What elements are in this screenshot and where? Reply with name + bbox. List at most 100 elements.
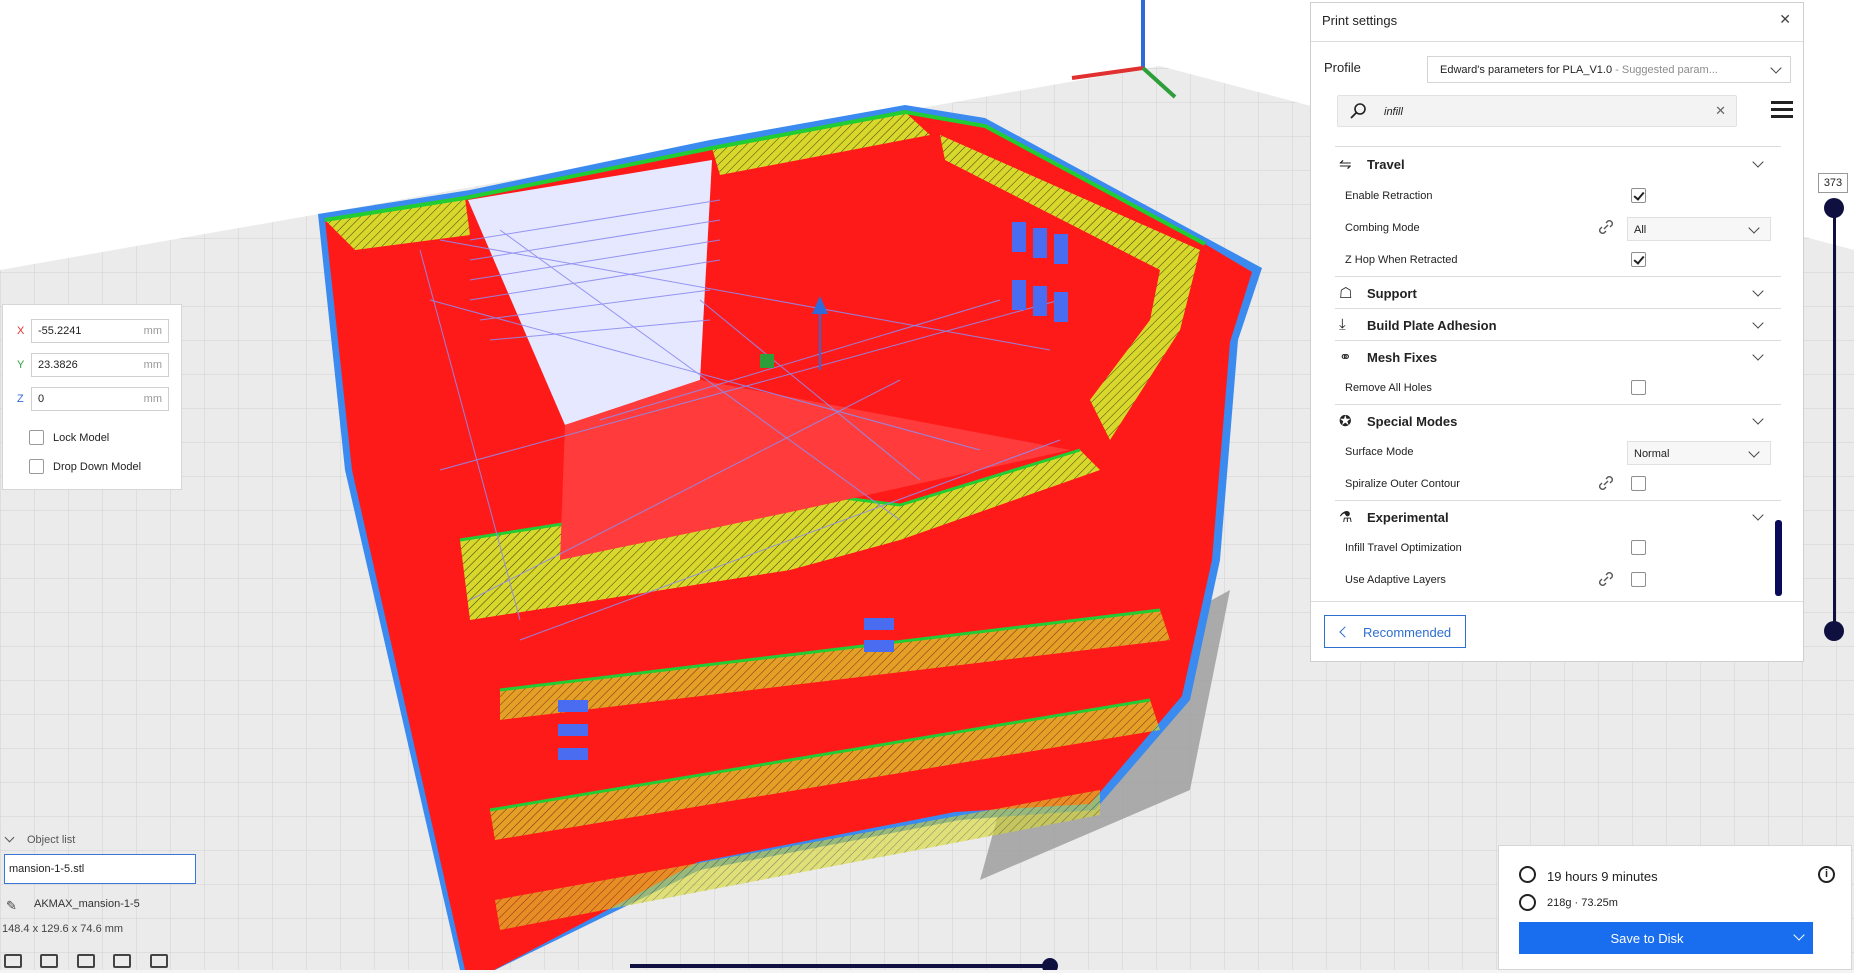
clear-search-icon[interactable]: ✕ xyxy=(1715,103,1726,119)
info-icon[interactable]: i xyxy=(1818,866,1835,883)
category-adhesion-label: Build Plate Adhesion xyxy=(1367,318,1497,333)
save-to-disk-button[interactable]: Save to Disk xyxy=(1519,922,1813,954)
setting-label: Combing Mode xyxy=(1345,222,1420,234)
x-axis-label: X xyxy=(17,325,25,337)
link-icon[interactable] xyxy=(1597,218,1615,236)
drop-down-model-checkbox[interactable] xyxy=(29,459,44,474)
chevron-down-icon xyxy=(1752,156,1764,168)
layer-slider-lower-handle[interactable] xyxy=(1824,621,1844,641)
setting-use-adaptive-layers: Use Adaptive Layers xyxy=(1335,567,1775,594)
z-coordinate-input[interactable]: 0 mm xyxy=(31,387,169,411)
view-orientation-buttons xyxy=(4,954,182,973)
link-icon[interactable] xyxy=(1597,474,1615,492)
y-axis-label: Y xyxy=(17,359,25,371)
chevron-down-icon xyxy=(4,832,15,843)
chevron-down-icon xyxy=(1752,413,1764,425)
chevron-down-icon[interactable] xyxy=(1793,929,1805,941)
spiralize-checkbox[interactable] xyxy=(1631,476,1646,491)
print-settings-panel: Print settings ✕ Profile Edward's parame… xyxy=(1310,2,1804,662)
link-icon[interactable] xyxy=(1597,570,1615,588)
adhesion-icon: ⤓ xyxy=(1339,316,1346,333)
z-hop-checkbox[interactable] xyxy=(1631,252,1646,267)
pencil-icon[interactable]: ✎ xyxy=(6,898,17,914)
y-coordinate-row: Y 23.3826 mm xyxy=(15,353,171,379)
setting-label: Use Adaptive Layers xyxy=(1345,574,1446,586)
layer-number-field[interactable]: 373 xyxy=(1818,173,1848,193)
z-coordinate-row: Z 0 mm xyxy=(15,387,171,413)
category-travel[interactable]: ⇋ Travel xyxy=(1335,150,1775,178)
object-list-toggle[interactable]: Object list xyxy=(4,832,75,846)
lock-model-checkbox[interactable] xyxy=(29,430,44,445)
remove-all-holes-checkbox[interactable] xyxy=(1631,380,1646,395)
object-list-file-field[interactable]: mansion-1-5.stl xyxy=(4,854,196,884)
print-settings-title: Print settings xyxy=(1322,13,1398,28)
special-modes-icon: ✪ xyxy=(1339,413,1352,430)
move-tool-panel: X -55.2241 mm Y 23.3826 mm Z 0 mm Lock M… xyxy=(2,304,182,490)
category-special-modes-label: Special Modes xyxy=(1367,414,1458,429)
view-right-icon[interactable] xyxy=(149,954,168,968)
chevron-down-icon xyxy=(1748,446,1760,458)
view-3d-icon[interactable] xyxy=(4,954,22,968)
surface-mode-value: Normal xyxy=(1634,448,1670,460)
use-adaptive-layers-checkbox[interactable] xyxy=(1631,572,1646,587)
chevron-down-icon xyxy=(1748,222,1760,234)
category-support[interactable]: ☖ Support xyxy=(1335,279,1775,307)
settings-menu-icon[interactable] xyxy=(1771,101,1793,119)
combing-mode-dropdown[interactable]: All xyxy=(1627,217,1771,241)
setting-label: Spiralize Outer Contour xyxy=(1345,478,1460,490)
settings-search-input[interactable]: infill ✕ xyxy=(1337,95,1737,127)
setting-label: Z Hop When Retracted xyxy=(1345,254,1458,266)
object-name: AKMAX_mansion-1-5 xyxy=(34,898,140,910)
settings-scrollbar[interactable] xyxy=(1775,520,1782,596)
setting-surface-mode: Surface Mode Normal xyxy=(1335,439,1775,466)
divider xyxy=(1335,340,1781,341)
setting-label: Remove All Holes xyxy=(1345,382,1432,394)
profile-name: Edward's parameters for PLA_V1.0 xyxy=(1440,64,1613,76)
category-mesh-fixes-label: Mesh Fixes xyxy=(1367,350,1438,365)
view-front-icon[interactable] xyxy=(40,954,59,968)
search-value: infill xyxy=(1384,106,1403,118)
x-coordinate-input[interactable]: -55.2241 mm xyxy=(31,319,169,343)
x-coordinate-row: X -55.2241 mm xyxy=(15,319,171,345)
y-coordinate-input[interactable]: 23.3826 mm xyxy=(31,353,169,377)
layer-slider-track[interactable] xyxy=(1833,208,1836,632)
category-experimental[interactable]: ⚗ Experimental xyxy=(1335,503,1775,531)
chevron-down-icon xyxy=(1752,317,1764,329)
search-icon xyxy=(1350,103,1366,119)
profile-label: Profile xyxy=(1324,60,1361,75)
setting-spiralize: Spiralize Outer Contour xyxy=(1335,471,1775,498)
enable-retraction-checkbox[interactable] xyxy=(1631,188,1646,203)
profile-dropdown[interactable]: Edward's parameters for PLA_V1.0 - Sugge… xyxy=(1427,56,1791,83)
drop-down-model-label: Drop Down Model xyxy=(53,461,142,473)
setting-label: Enable Retraction xyxy=(1345,190,1433,202)
move-gizmo-y-handle[interactable] xyxy=(760,354,774,368)
flask-icon: ⚗ xyxy=(1339,509,1353,526)
clock-icon xyxy=(1519,866,1536,883)
print-info-panel: 19 hours 9 minutes i 218g · 73.25m Save … xyxy=(1498,845,1852,970)
infill-travel-optimization-checkbox[interactable] xyxy=(1631,540,1646,555)
y-coordinate-value: 23.3826 xyxy=(38,359,78,371)
divider xyxy=(1335,146,1781,147)
recommended-label: Recommended xyxy=(1363,625,1452,640)
travel-icon: ⇋ xyxy=(1339,156,1352,173)
category-build-plate-adhesion[interactable]: ⤓ Build Plate Adhesion xyxy=(1335,311,1775,339)
category-experimental-label: Experimental xyxy=(1367,510,1449,525)
setting-combing-mode: Combing Mode All xyxy=(1335,215,1775,242)
mesh-fixes-icon: ⚭ xyxy=(1339,349,1352,366)
category-mesh-fixes[interactable]: ⚭ Mesh Fixes xyxy=(1335,343,1775,371)
print-time: 19 hours 9 minutes xyxy=(1547,869,1658,884)
divider xyxy=(1335,500,1781,501)
z-unit: mm xyxy=(143,393,162,405)
x-unit: mm xyxy=(143,325,162,337)
recommended-button[interactable]: Recommended xyxy=(1324,615,1466,648)
z-coordinate-value: 0 xyxy=(38,393,45,405)
layer-slider-upper-handle[interactable] xyxy=(1824,198,1844,218)
view-top-icon[interactable] xyxy=(76,954,95,968)
view-left-icon[interactable] xyxy=(113,954,132,968)
category-special-modes[interactable]: ✪ Special Modes xyxy=(1335,407,1775,435)
close-icon[interactable]: ✕ xyxy=(1779,11,1791,28)
chevron-left-icon xyxy=(1339,626,1351,638)
divider xyxy=(1311,41,1803,42)
setting-label: Infill Travel Optimization xyxy=(1345,542,1462,554)
surface-mode-dropdown[interactable]: Normal xyxy=(1627,441,1771,465)
